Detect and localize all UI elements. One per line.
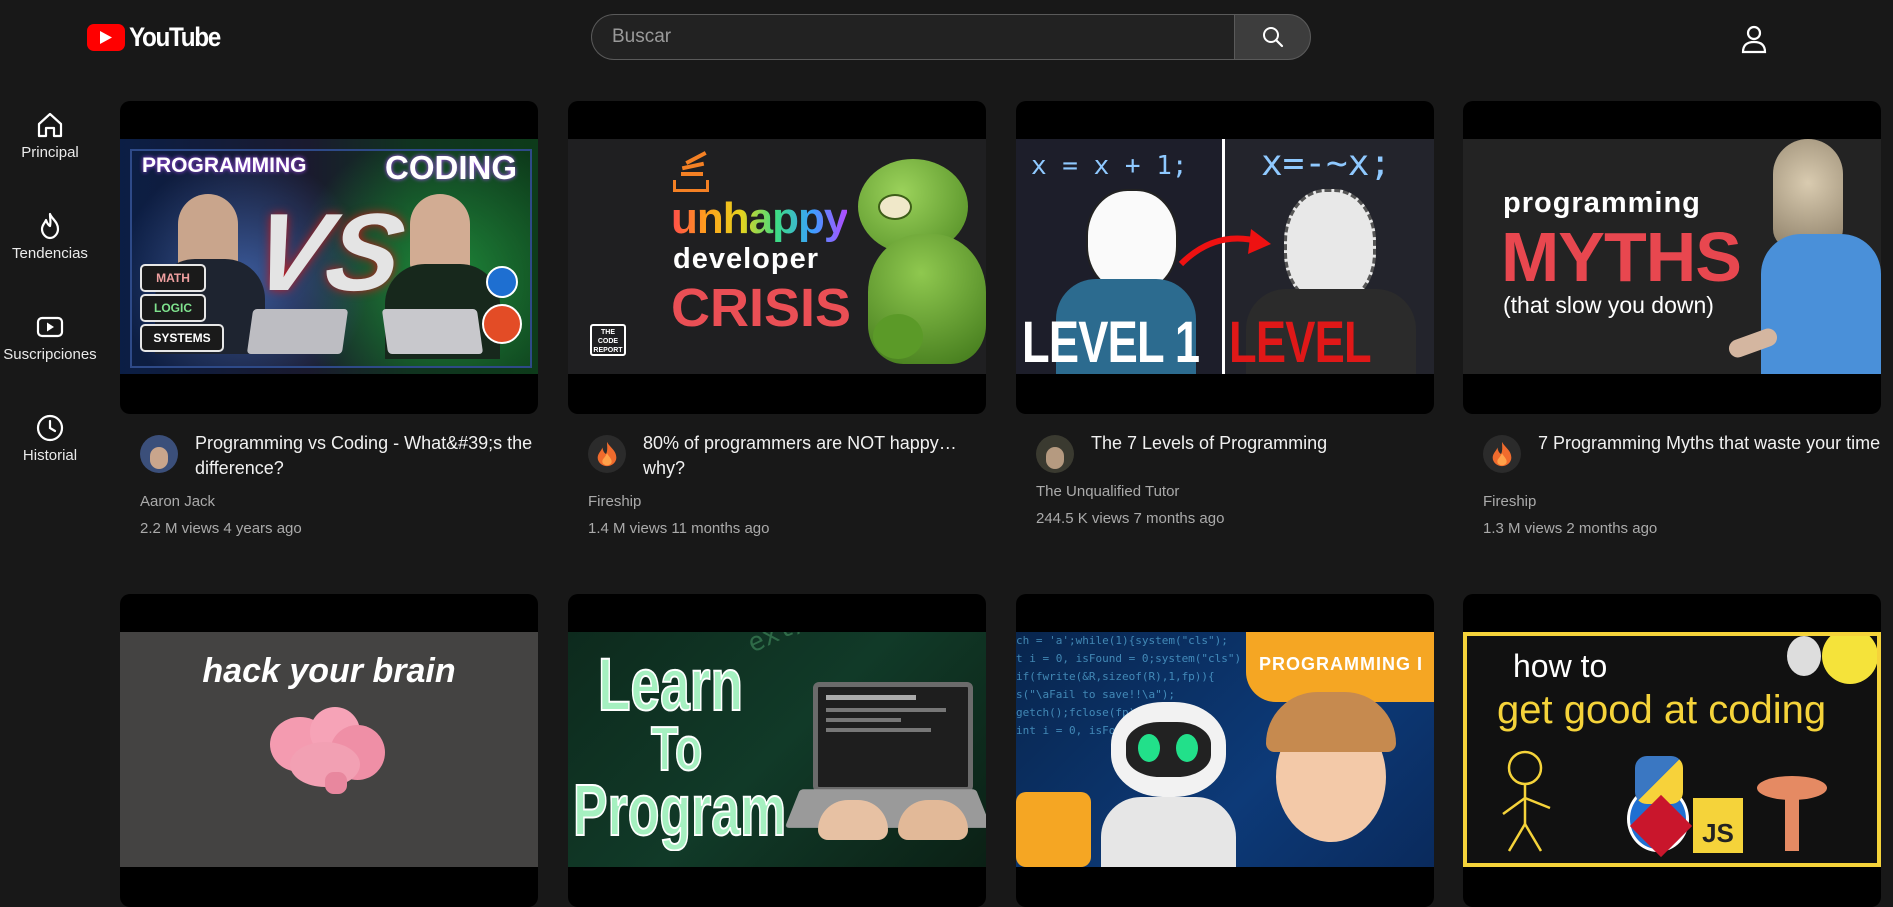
code-report-badge: THE CODE REPORT	[590, 324, 626, 356]
thumbnail-image: unhappy developer CRISIS THE CODE REPORT	[568, 139, 986, 374]
account-button[interactable]	[1739, 24, 1769, 54]
thumb-bg-text: ext/javascript	[743, 632, 954, 659]
search-input[interactable]	[591, 14, 1234, 60]
video-stats: 1.4 M views 11 months ago	[588, 520, 770, 537]
video-title[interactable]: 80% of programmers are NOT happy… why?	[643, 431, 988, 481]
search-bar	[591, 14, 1311, 60]
video-stats: 1.3 M views 2 months ago	[1483, 520, 1658, 537]
video-thumbnail[interactable]: programming MYTHS (that slow you down)	[1463, 101, 1881, 414]
video-stats: 2.2 M views 4 years ago	[140, 520, 302, 537]
thumb-code-right: x=-~x;	[1261, 143, 1392, 184]
video-title[interactable]: 7 Programming Myths that waste your time	[1538, 431, 1883, 456]
thumb-text-right: CODING	[385, 149, 517, 186]
thumbnail-image: x = x + 1; x=-~x; LEVEL 1 LEVEL 7	[1016, 139, 1434, 374]
thumb-js-logo: JS	[1693, 798, 1743, 853]
thumb-text-hack: hack your brain	[202, 652, 456, 690]
sidebar-item-principal[interactable]: Principal	[0, 100, 100, 180]
sidebar-item-label: Tendencias	[12, 245, 88, 262]
channel-avatar[interactable]	[1036, 435, 1074, 473]
thumb-text-program: Program	[572, 770, 787, 852]
user-icon	[1741, 25, 1767, 54]
channel-name[interactable]: Fireship	[588, 493, 641, 510]
video-thumbnail[interactable]: how to get good at coding JS	[1463, 594, 1881, 907]
thumbnail-image: ch = 'a';while(1){system("cls"); t i = 0…	[1016, 632, 1434, 867]
thumb-text-programming: programming	[1503, 187, 1701, 219]
thumbnail-image: ext/javascript Learn To Program	[568, 632, 986, 867]
sidebar-item-historial[interactable]: Historial	[0, 403, 100, 483]
fireship-logo-icon	[1492, 441, 1512, 467]
subscriptions-icon	[36, 316, 64, 338]
search-icon	[1262, 27, 1283, 48]
badge-text: CODE	[597, 338, 619, 345]
thumb-level-right: LEVEL 7	[1229, 310, 1371, 374]
brain-icon	[270, 707, 385, 795]
sidebar-item-label: Historial	[22, 447, 78, 464]
badge-text: THE	[601, 329, 615, 336]
video-thumbnail[interactable]: hack your brain	[120, 594, 538, 907]
thumbnail-image: PROGRAMMING CODING VS MATH LOGIC SYSTEMS	[120, 139, 538, 374]
video-thumbnail[interactable]: ch = 'a';while(1){system("cls"); t i = 0…	[1016, 594, 1434, 907]
search-button[interactable]	[1234, 14, 1311, 60]
channel-name[interactable]: Aaron Jack	[140, 493, 215, 510]
thumb-text-getgood: get good at coding	[1497, 688, 1827, 732]
channel-avatar[interactable]	[140, 435, 178, 473]
logo-wordmark: YouTube	[129, 22, 221, 52]
youtube-logo[interactable]: YouTube	[87, 22, 230, 53]
sidebar-item-tendencias[interactable]: Tendencias	[0, 201, 100, 281]
thumb-text-unhappy: unhappy	[671, 194, 848, 243]
thumb-text-subtitle: (that slow you down)	[1503, 292, 1714, 318]
thumbnail-image: hack your brain	[120, 632, 538, 867]
channel-name[interactable]: Fireship	[1483, 493, 1536, 510]
thumb-level-left: LEVEL 1	[1022, 310, 1200, 374]
home-icon	[37, 112, 63, 138]
video-stats: 244.5 K views 7 months ago	[1036, 510, 1225, 527]
thumbnail-image: programming MYTHS (that slow you down)	[1463, 139, 1881, 374]
thumb-text-howto: how to	[1513, 648, 1608, 684]
video-title[interactable]: The 7 Levels of Programming	[1091, 431, 1436, 456]
flame-icon	[40, 212, 60, 240]
video-thumbnail[interactable]: x = x + 1; x=-~x; LEVEL 1 LEVEL 7	[1016, 101, 1434, 414]
sidebar-item-suscripciones[interactable]: Suscripciones	[0, 302, 100, 382]
sidebar-item-label: Suscripciones	[3, 346, 97, 363]
thumb-tag: LOGIC	[140, 294, 206, 322]
thumb-text-crisis: CRISIS	[671, 278, 852, 338]
play-logo-icon	[87, 24, 125, 51]
video-thumbnail[interactable]: PROGRAMMING CODING VS MATH LOGIC SYSTEMS	[120, 101, 538, 414]
badge-text: REPORT	[593, 347, 623, 354]
thumbnail-image: how to get good at coding JS	[1463, 632, 1881, 867]
video-title[interactable]: Programming vs Coding - What&#39;s the d…	[195, 431, 540, 481]
fireship-logo-icon	[597, 441, 617, 467]
thumb-tag: SYSTEMS	[140, 324, 224, 352]
thumb-text-developer: developer	[673, 243, 819, 275]
video-thumbnail[interactable]: ext/javascript Learn To Program	[568, 594, 986, 907]
thumb-text-left: PROGRAMMING	[142, 154, 307, 177]
thumb-tag: MATH	[140, 264, 206, 292]
thumb-banner: PROGRAMMING I	[1259, 654, 1423, 674]
channel-avatar[interactable]	[1483, 435, 1521, 473]
thumb-code-left: x = x + 1;	[1031, 151, 1188, 181]
channel-name[interactable]: The Unqualified Tutor	[1036, 483, 1179, 500]
sidebar-item-label: Principal	[21, 144, 79, 161]
thumb-text-myths: MYTHS	[1501, 218, 1742, 296]
top-bar: YouTube	[0, 0, 1893, 76]
channel-avatar[interactable]	[588, 435, 626, 473]
video-thumbnail[interactable]: unhappy developer CRISIS THE CODE REPORT	[568, 101, 986, 414]
history-icon	[36, 414, 64, 442]
